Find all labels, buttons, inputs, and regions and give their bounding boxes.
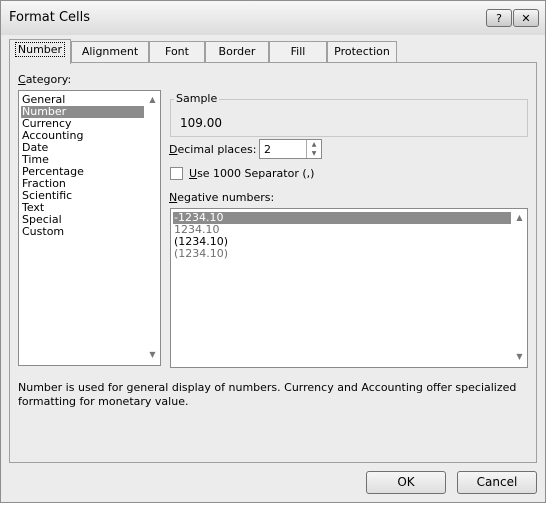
help-icon: ?	[496, 12, 502, 25]
number-tab-panel: Category: General Number Currency Accountin…	[9, 62, 537, 463]
tab-font[interactable]: Font	[149, 41, 205, 63]
category-list[interactable]: General Number Currency Accounting Date Time P…	[18, 90, 161, 366]
format-description: Number is used for general display of nu…	[18, 381, 517, 408]
sample-label: Sample	[174, 92, 220, 105]
scroll-down-icon[interactable]: ▼	[514, 352, 525, 363]
close-icon: ✕	[521, 12, 531, 25]
decimal-places-label: Decimal places:	[169, 143, 257, 156]
tab-number-label: Number	[14, 42, 66, 57]
cancel-button[interactable]: Cancel	[457, 471, 537, 494]
help-button[interactable]: ?	[486, 9, 512, 27]
negative-numbers-label: Negative numbers:	[169, 191, 275, 204]
tab-fill-label: Fill	[290, 45, 306, 58]
dialog-title: Format Cells	[9, 10, 91, 25]
tab-font-label: Font	[165, 45, 189, 58]
sample-value: 109.00	[180, 116, 222, 130]
tab-alignment[interactable]: Alignment	[71, 41, 149, 63]
tab-border-label: Border	[218, 45, 256, 58]
tab-number[interactable]: Number	[9, 39, 71, 64]
tab-alignment-label: Alignment	[81, 45, 139, 58]
negative-format-item[interactable]: (1234.10)	[173, 248, 511, 260]
close-button[interactable]: ✕	[513, 9, 539, 27]
stepper-arrows-icon[interactable]: ▲ ▼	[306, 140, 321, 158]
scroll-up-icon[interactable]: ▲	[514, 213, 525, 224]
tab-protection[interactable]: Protection	[327, 41, 397, 63]
tab-protection-label: Protection	[334, 45, 390, 58]
format-cells-dialog: Format Cells ? ✕ Number Alignment Font B…	[0, 0, 546, 503]
decimal-places-value: 2	[264, 143, 271, 156]
ok-button[interactable]: OK	[366, 471, 446, 494]
negative-numbers-list[interactable]: -1234.10 1234.10 (1234.10) (1234.10) ▲ ▼	[170, 208, 528, 368]
category-item-custom[interactable]: Custom	[21, 226, 144, 238]
scroll-down-icon[interactable]: ▼	[147, 350, 158, 361]
thousands-separator-checkbox[interactable]	[170, 167, 183, 180]
decimal-places-stepper[interactable]: 2 ▲ ▼	[259, 139, 322, 159]
negative-format-item[interactable]: -1234.10	[173, 212, 511, 224]
tab-border[interactable]: Border	[205, 41, 269, 63]
title-bar: Format Cells ? ✕	[1, 1, 545, 35]
thousands-separator-label: Use 1000 Separator (,)	[189, 167, 315, 180]
category-label: Category:	[18, 73, 72, 86]
tab-fill[interactable]: Fill	[269, 41, 327, 63]
sample-group	[170, 99, 528, 137]
scroll-up-icon[interactable]: ▲	[147, 95, 158, 106]
